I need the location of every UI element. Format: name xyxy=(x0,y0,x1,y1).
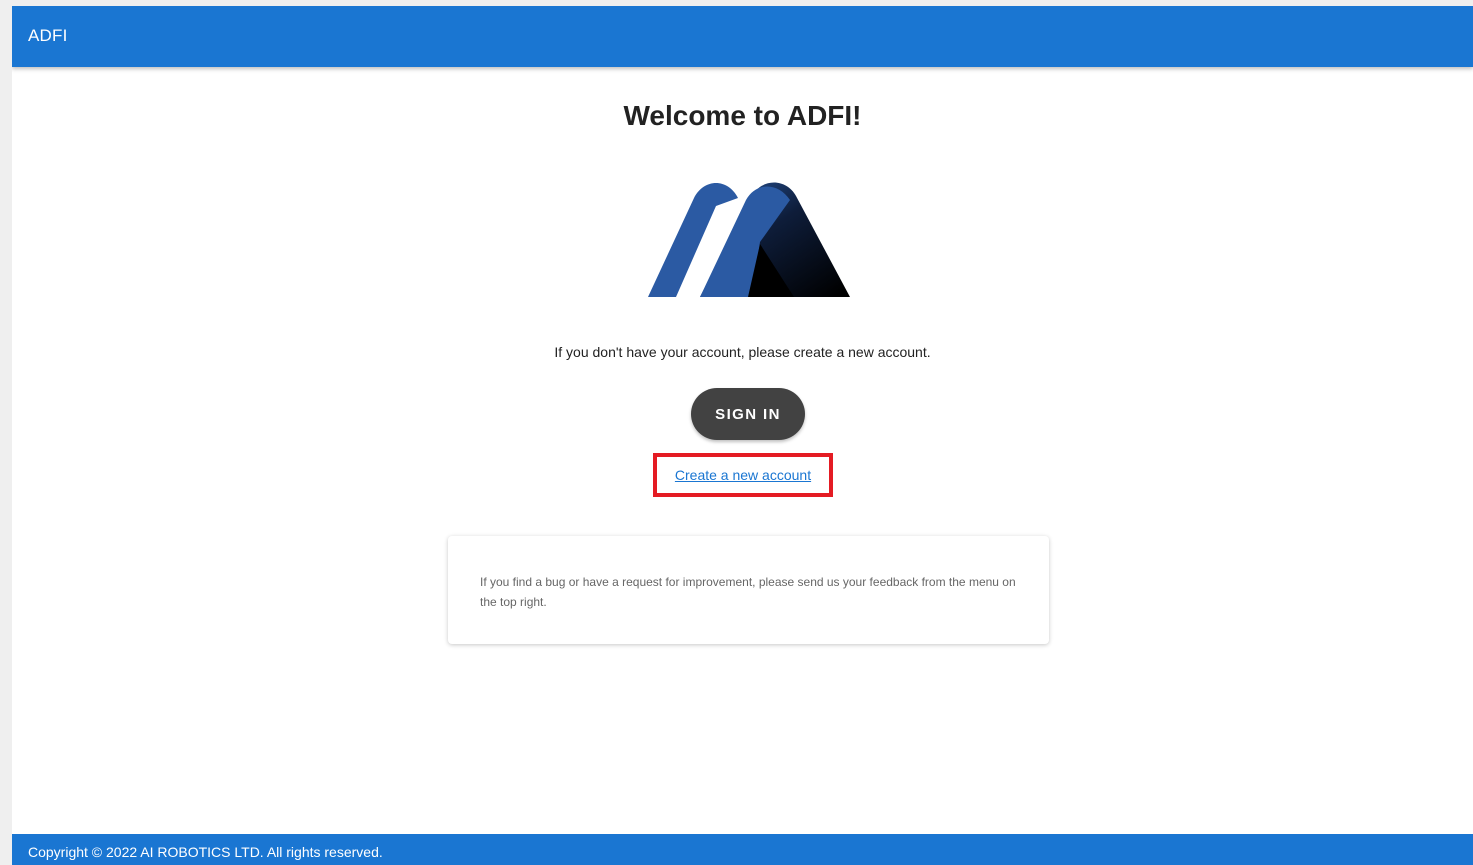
intro-text: If you don't have your account, please c… xyxy=(554,344,931,360)
sign-in-button[interactable]: SIGN IN xyxy=(691,388,805,440)
adfi-logo-icon xyxy=(648,182,850,297)
app-title[interactable]: ADFI xyxy=(28,26,68,46)
welcome-heading: Welcome to ADFI! xyxy=(623,100,862,131)
create-account-link[interactable]: Create a new account xyxy=(675,467,811,483)
top-app-bar: ADFI xyxy=(12,6,1473,67)
copyright-text: Copyright © 2022 AI ROBOTICS LTD. All ri… xyxy=(28,844,383,860)
footer: Copyright © 2022 AI ROBOTICS LTD. All ri… xyxy=(12,834,1473,865)
create-account-highlight: Create a new account xyxy=(653,453,833,497)
feedback-card: If you find a bug or have a request for … xyxy=(448,536,1049,644)
feedback-text: If you find a bug or have a request for … xyxy=(480,575,1016,609)
app-window: ADFI Welcome to ADFI! If you don't have … xyxy=(12,6,1473,865)
